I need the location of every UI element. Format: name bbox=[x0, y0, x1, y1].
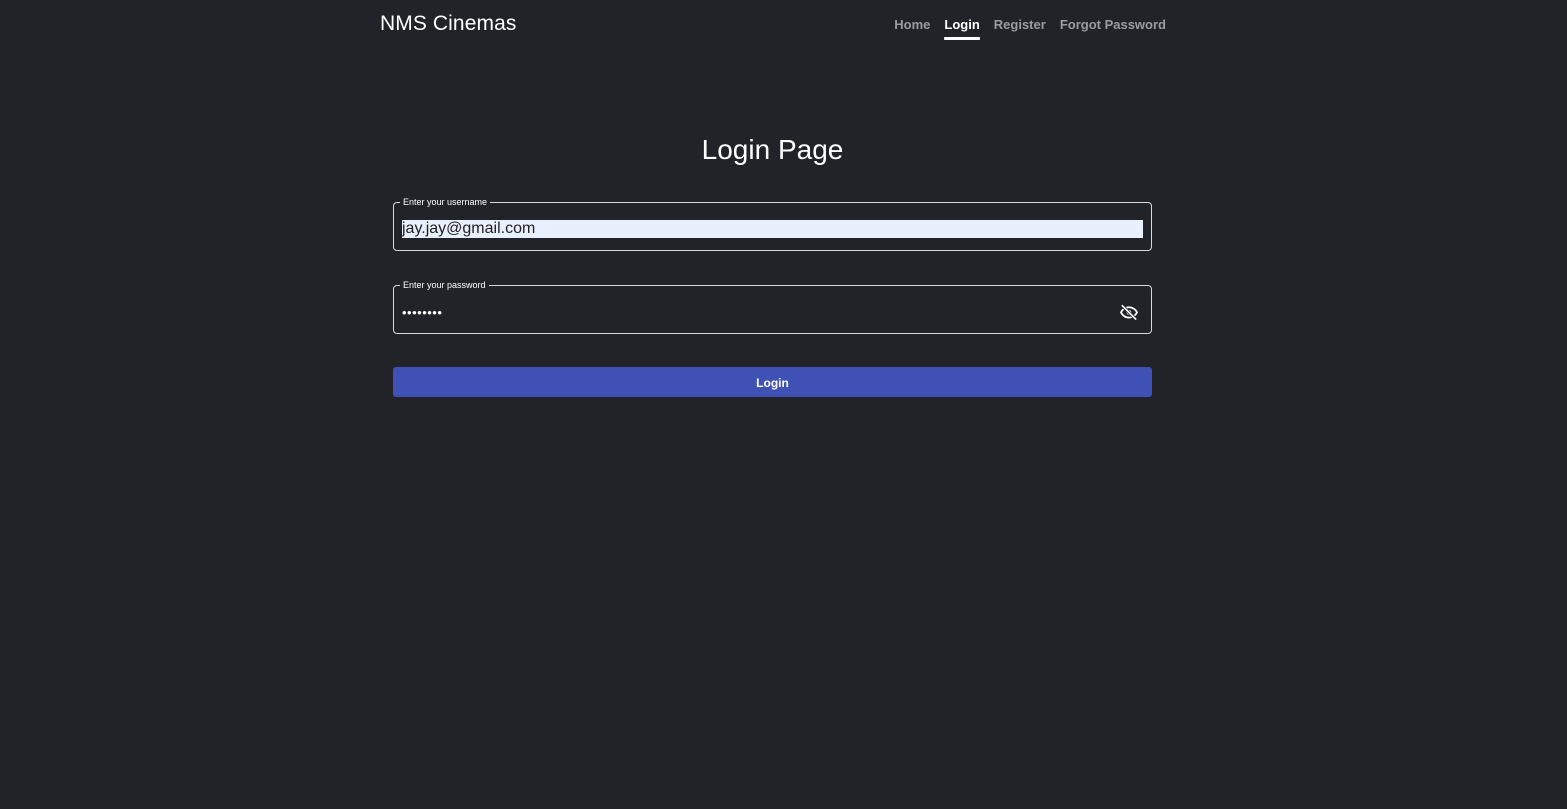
username-label: Enter your username bbox=[400, 197, 491, 208]
password-input[interactable]: •••••••• bbox=[402, 305, 1102, 323]
password-field: Enter your password •••••••• bbox=[393, 280, 1152, 334]
nav-link-login[interactable]: Login bbox=[944, 17, 981, 40]
nav-links: Home Login Register Forgot Password bbox=[894, 17, 1166, 40]
nav-link-home[interactable]: Home bbox=[894, 17, 930, 38]
brand-logo[interactable]: NMS Cinemas bbox=[380, 12, 516, 36]
nav-link-register[interactable]: Register bbox=[994, 17, 1046, 38]
eye-off-icon[interactable] bbox=[1119, 304, 1139, 321]
page-title: Login Page bbox=[701, 134, 844, 165]
login-button[interactable]: Login bbox=[393, 367, 1152, 397]
username-field: Enter your username bbox=[393, 197, 1152, 251]
username-input[interactable] bbox=[402, 220, 1143, 238]
password-label: Enter your password bbox=[400, 280, 489, 291]
navbar: NMS Cinemas Home Login Register Forgot P… bbox=[0, 0, 1567, 50]
nav-link-forgot-password[interactable]: Forgot Password bbox=[1060, 17, 1166, 38]
